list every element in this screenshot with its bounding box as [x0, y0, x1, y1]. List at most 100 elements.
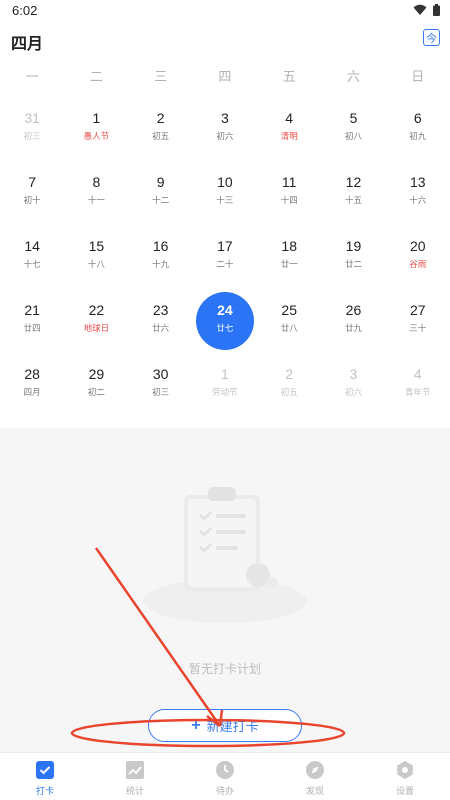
lunar-label: 廿六 [152, 323, 170, 333]
clock-icon [215, 760, 235, 780]
calendar-day[interactable]: 10 十三 [193, 164, 257, 228]
day-number: 27 [409, 302, 426, 318]
day-number: 3 [349, 366, 358, 382]
weekday-label: 五 [282, 69, 296, 84]
calendar-day[interactable]: 28 四月 [0, 356, 64, 420]
new-checkin-label: 新建打卡 [206, 719, 259, 734]
calendar-week-row: 21 廿四 22 地球日 23 廿六 24 廿七 25 廿八 26 廿九 27 三十 [0, 292, 450, 356]
day-number: 9 [156, 174, 165, 190]
weekday-label: 六 [346, 69, 360, 84]
lunar-label: 廿二 [344, 259, 362, 269]
calendar-day[interactable]: 29 初二 [64, 356, 128, 420]
lunar-label: 四月 [23, 387, 41, 397]
calendar-day[interactable]: 25 廿八 [257, 292, 321, 356]
tab-todo[interactable]: 待办 [180, 753, 270, 800]
today-button[interactable]: 今 [423, 29, 440, 46]
calendar-day[interactable]: 15 十八 [64, 228, 128, 292]
calendar-day[interactable]: 30 初三 [129, 356, 193, 420]
lunar-label: 十五 [344, 195, 362, 205]
clipboard-checklist-icon [143, 487, 307, 623]
day-number: 20 [409, 238, 426, 254]
lunar-label: 十一 [87, 195, 105, 205]
day-number: 24 [217, 302, 233, 318]
day-number: 31 [24, 110, 40, 126]
calendar-day[interactable]: 26 廿九 [321, 292, 385, 356]
calendar-day[interactable]: 11 十四 [257, 164, 321, 228]
day-number: 19 [345, 238, 362, 254]
calendar-day[interactable]: 5 初八 [321, 100, 385, 164]
calendar-day[interactable]: 2 初五 [129, 100, 193, 164]
calendar-day[interactable]: 6 初九 [386, 100, 450, 164]
lunar-label: 初八 [344, 131, 362, 141]
battery-icon [433, 4, 440, 16]
day-number: 15 [88, 238, 105, 254]
day-number: 5 [349, 110, 358, 126]
tab-label: 设置 [395, 786, 414, 796]
lunar-label: 初三 [152, 387, 170, 397]
calendar-day[interactable]: 31 初三 [0, 100, 64, 164]
calendar-day[interactable]: 18 廿一 [257, 228, 321, 292]
calendar-day[interactable]: 27 三十 [386, 292, 450, 356]
calendar-day-today[interactable]: 24 廿七 [193, 292, 257, 356]
calendar-week-row: 7 初十 8 十一 9 十二 10 十三 11 十四 12 十五 13 十六 [0, 164, 450, 228]
calendar-day[interactable]: 17 二十 [193, 228, 257, 292]
weekday-header: 一 二 三 四 五 六 日 [0, 66, 450, 86]
settings-icon [395, 760, 415, 780]
tab-settings[interactable]: 设置 [360, 753, 450, 800]
calendar-day[interactable]: 8 十一 [64, 164, 128, 228]
calendar-week-row: 28 四月 29 初二 30 初三 1 劳动节 2 初五 3 初六 4 青年节 [0, 356, 450, 420]
calendar-week-row: 14 十七 15 十八 16 十九 17 二十 18 廿一 19 廿二 20 谷雨 [0, 228, 450, 292]
calendar-day[interactable]: 7 初十 [0, 164, 64, 228]
tab-discover[interactable]: 发现 [270, 753, 360, 800]
lunar-label: 初五 [280, 387, 298, 397]
compass-icon [305, 760, 325, 780]
lunar-label: 愚人节 [83, 131, 110, 141]
lunar-label: 劳动节 [212, 387, 238, 397]
lunar-label: 初五 [152, 131, 170, 141]
calendar-day[interactable]: 20 谷雨 [386, 228, 450, 292]
day-number: 1 [221, 366, 229, 382]
calendar-day[interactable]: 2 初五 [257, 356, 321, 420]
tab-stats[interactable]: 统计 [90, 753, 180, 800]
weekday-label: 三 [154, 69, 168, 84]
day-number: 14 [24, 238, 40, 254]
day-number: 30 [152, 366, 169, 382]
calendar-day[interactable]: 13 十六 [386, 164, 450, 228]
lunar-label: 廿九 [344, 323, 362, 333]
calendar-day[interactable]: 12 十五 [321, 164, 385, 228]
lunar-label: 廿一 [280, 259, 298, 269]
day-number: 18 [281, 238, 297, 254]
weekday-label: 日 [411, 69, 425, 84]
lunar-label: 青年节 [404, 387, 431, 397]
calendar-day[interactable]: 22 地球日 [64, 292, 128, 356]
calendar-week-row: 31 初三 1 愚人节 2 初五 3 初六 4 清明 5 初八 6 初九 [0, 100, 450, 164]
day-number: 8 [92, 174, 101, 190]
tab-checkin[interactable]: 打卡 [0, 753, 90, 800]
lunar-label: 地球日 [83, 323, 110, 333]
day-number: 25 [281, 302, 297, 318]
lunar-label: 廿八 [280, 323, 298, 333]
new-checkin-button[interactable]: + 新建打卡 [148, 709, 302, 742]
calendar-day[interactable]: 3 初六 [321, 356, 385, 420]
calendar-day[interactable]: 1 劳动节 [193, 356, 257, 420]
calendar-day[interactable]: 23 廿六 [129, 292, 193, 356]
calendar-day[interactable]: 21 廿四 [0, 292, 64, 356]
calendar-day[interactable]: 14 十七 [0, 228, 64, 292]
lunar-label: 三十 [409, 323, 427, 333]
tab-label: 发现 [305, 786, 324, 796]
calendar-day[interactable]: 3 初六 [193, 100, 257, 164]
bottom-tab-bar: 打卡 统计 待办 发现 设置 [0, 752, 450, 800]
lunar-label: 廿七 [216, 323, 234, 333]
calendar-day[interactable]: 19 廿二 [321, 228, 385, 292]
checkin-icon [35, 760, 55, 780]
calendar-day[interactable]: 1 愚人节 [64, 100, 128, 164]
calendar-day[interactable]: 4 青年节 [386, 356, 450, 420]
lunar-label: 十九 [152, 259, 170, 269]
calendar-day[interactable]: 4 清明 [257, 100, 321, 164]
calendar-day[interactable]: 9 十二 [129, 164, 193, 228]
day-number: 28 [24, 366, 40, 382]
lunar-label: 十六 [409, 195, 427, 205]
day-number: 22 [88, 302, 105, 318]
calendar-day[interactable]: 16 十九 [129, 228, 193, 292]
lunar-label: 十二 [152, 195, 170, 205]
